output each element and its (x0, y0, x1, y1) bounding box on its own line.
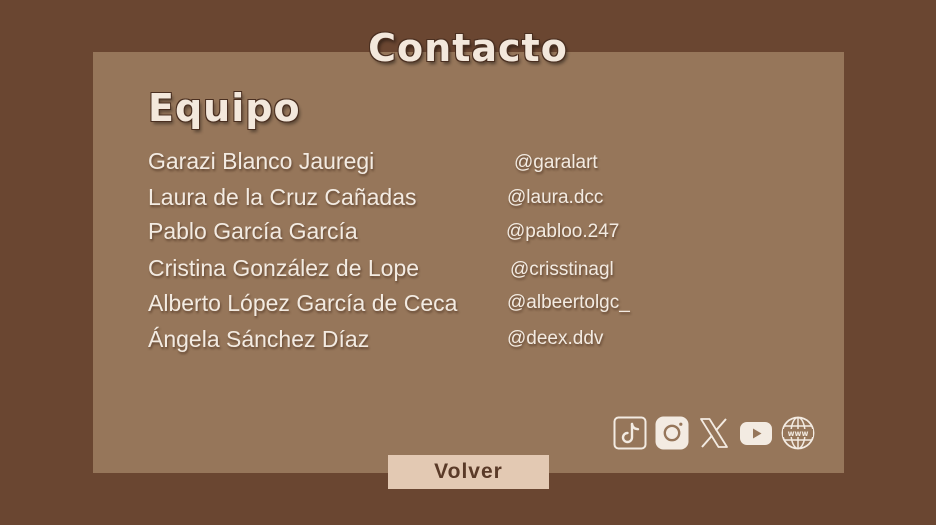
svg-text:www: www (788, 429, 809, 438)
member-name: Garazi Blanco Jauregi (148, 148, 375, 174)
member-handle: @deex.ddv (507, 328, 604, 349)
instagram-icon[interactable] (655, 416, 689, 450)
contact-screen: Contacto Equipo Garazi Blanco Jauregi @g… (0, 0, 936, 525)
back-button[interactable]: Volver (388, 455, 549, 489)
member-name: Alberto López García de Ceca (148, 290, 458, 316)
member-handle: @albeertolgc_ (507, 292, 630, 313)
member-handle: @laura.dcc (507, 187, 604, 208)
member-name: Pablo García García (148, 218, 358, 244)
youtube-icon[interactable] (739, 416, 773, 450)
member-handle: @pabloo.247 (506, 221, 620, 242)
tiktok-icon[interactable] (613, 416, 647, 450)
team-heading: Equipo (148, 86, 301, 130)
member-handle: @garalart (514, 152, 598, 173)
page-title: Contacto (368, 26, 568, 70)
website-globe-icon[interactable]: www (781, 416, 815, 450)
member-name: Cristina González de Lope (148, 255, 420, 281)
social-links: www (613, 416, 815, 450)
member-handle: @crisstinagl (510, 259, 614, 280)
member-name: Ángela Sánchez Díaz (148, 326, 370, 352)
member-name: Laura de la Cruz Cañadas (148, 184, 417, 210)
x-icon[interactable] (697, 416, 731, 450)
